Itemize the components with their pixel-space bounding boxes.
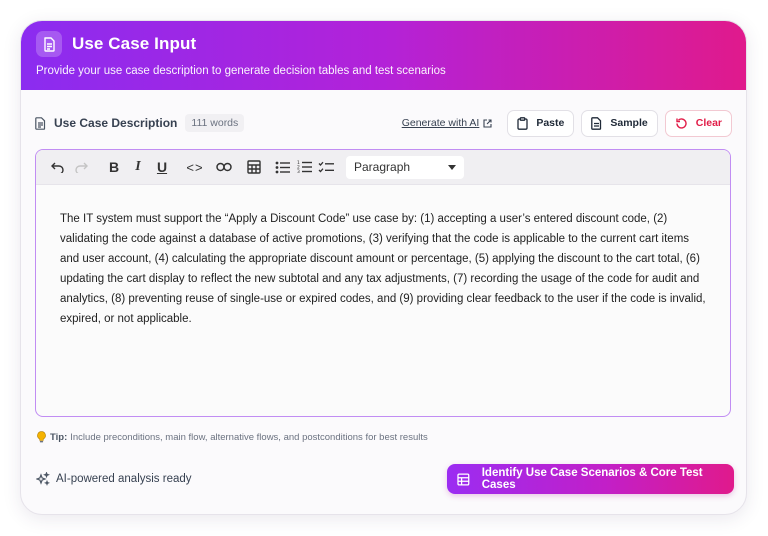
paragraph-format-select[interactable]: Paragraph bbox=[346, 155, 464, 179]
link-icon[interactable] bbox=[214, 156, 234, 178]
word-count-badge: 111 words bbox=[185, 114, 245, 132]
description-label: Use Case Description bbox=[35, 116, 177, 130]
bullet-list-icon[interactable] bbox=[272, 156, 292, 178]
table-icon bbox=[457, 472, 470, 486]
lightbulb-icon bbox=[37, 431, 46, 443]
card-header: Use Case Input Provide your use case des… bbox=[21, 21, 746, 90]
editor-toolbar: B I U <> 123 Paragraph bbox=[36, 150, 730, 185]
tip-text: Include preconditions, main flow, altern… bbox=[70, 431, 428, 443]
generate-with-ai-label: Generate with AI bbox=[401, 117, 480, 129]
generate-with-ai-link[interactable]: Generate with AI bbox=[402, 117, 493, 129]
editor-content[interactable]: The IT system must support the “Apply a … bbox=[36, 185, 730, 329]
paste-button[interactable]: Paste bbox=[507, 109, 575, 137]
sparkles-icon bbox=[36, 472, 50, 486]
svg-text:3: 3 bbox=[297, 169, 300, 174]
bold-button[interactable]: B bbox=[106, 156, 122, 178]
clipboard-icon bbox=[517, 116, 528, 130]
underline-button[interactable]: U bbox=[154, 156, 170, 178]
undo-icon[interactable] bbox=[48, 156, 66, 178]
page-subtitle: Provide your use case description to gen… bbox=[36, 65, 446, 77]
description-label-text: Use Case Description bbox=[54, 116, 178, 130]
italic-button[interactable]: I bbox=[130, 156, 146, 178]
clear-button[interactable]: Clear bbox=[664, 109, 732, 137]
ai-status: AI-powered analysis ready bbox=[36, 472, 192, 486]
clear-label: Clear bbox=[695, 117, 722, 129]
external-link-icon bbox=[483, 118, 492, 128]
identify-scenarios-label: Identify Use Case Scenarios & Core Test … bbox=[481, 467, 703, 491]
redo-icon[interactable] bbox=[72, 156, 90, 178]
numbered-list-icon[interactable]: 123 bbox=[294, 156, 314, 178]
paragraph-format-value: Paragraph bbox=[354, 160, 411, 174]
chevron-down-icon bbox=[448, 164, 456, 170]
sample-button[interactable]: Sample bbox=[581, 109, 658, 137]
checklist-icon[interactable] bbox=[316, 156, 336, 178]
document-icon bbox=[36, 31, 62, 57]
table-icon[interactable] bbox=[244, 156, 264, 178]
file-text-icon bbox=[35, 116, 46, 130]
ai-status-text: AI-powered analysis ready bbox=[56, 473, 192, 485]
description-toolbar: Use Case Description 111 words Generate … bbox=[35, 109, 732, 137]
rich-text-editor: B I U <> 123 Paragraph The IT system mus… bbox=[35, 149, 731, 417]
page-title: Use Case Input bbox=[72, 34, 197, 53]
code-button[interactable]: <> bbox=[184, 156, 206, 178]
identify-scenarios-button[interactable]: Identify Use Case Scenarios & Core Test … bbox=[447, 464, 734, 494]
sample-label: Sample bbox=[610, 117, 648, 129]
tip-label: Tip: bbox=[50, 431, 68, 443]
reset-icon bbox=[676, 117, 687, 129]
use-case-input-card: Use Case Input Provide your use case des… bbox=[20, 20, 747, 515]
tip-line: Tip: Include preconditions, main flow, a… bbox=[37, 431, 428, 443]
file-icon bbox=[591, 116, 602, 130]
paste-label: Paste bbox=[536, 117, 565, 129]
